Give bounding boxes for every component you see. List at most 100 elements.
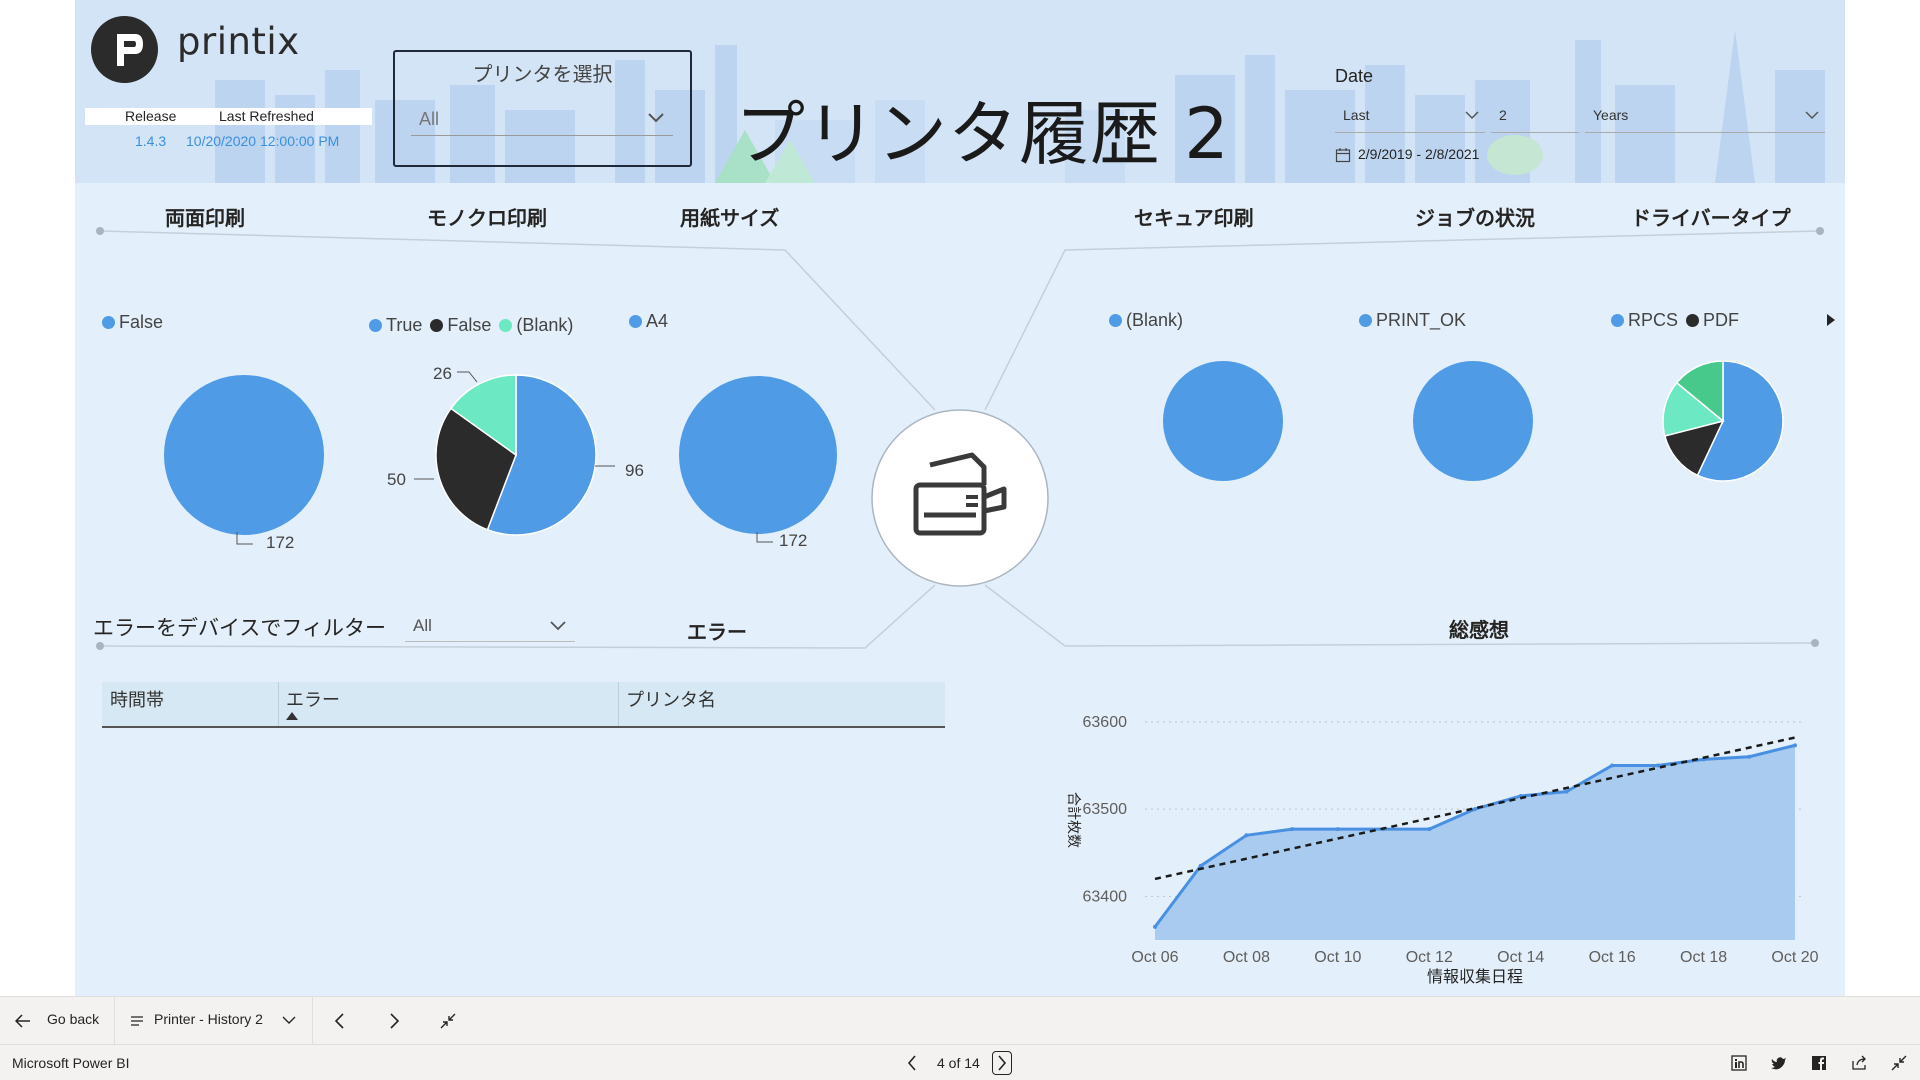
legend-label: (Blank) — [516, 315, 574, 335]
share-button[interactable] — [1847, 1051, 1871, 1075]
legend-item[interactable]: False — [430, 315, 491, 336]
pie-job[interactable] — [1412, 360, 1534, 482]
pie-duplex[interactable] — [163, 374, 325, 536]
chevron-right-icon — [390, 1013, 400, 1029]
data-point[interactable] — [1427, 827, 1432, 832]
data-label-mono-blank: 26 — [433, 364, 452, 383]
x-tick-label: Oct 20 — [1771, 949, 1818, 966]
date-period-dropdown[interactable]: Last — [1335, 99, 1485, 133]
pie-mono[interactable] — [435, 374, 597, 536]
page-selector-label: Printer - History 2 — [154, 1011, 263, 1027]
exit-fullscreen-button[interactable] — [436, 1009, 460, 1033]
legend-label: True — [386, 315, 423, 335]
total-line-chart[interactable]: 63400 63500 63600 Oct 06 Oct 08 Oct 10 Oct 12 O… — [985, 680, 1845, 996]
data-point[interactable] — [1335, 827, 1340, 832]
legend-dot — [430, 319, 444, 332]
linkedin-share-button[interactable] — [1727, 1051, 1751, 1075]
data-point[interactable] — [1473, 807, 1477, 812]
release-value: 1.4.3 — [135, 133, 167, 149]
divider — [312, 997, 313, 1045]
pie-slice[interactable] — [1163, 361, 1283, 481]
legend-item[interactable]: PDF — [1686, 310, 1739, 331]
chevron-down-icon — [282, 1016, 296, 1024]
leader-line — [414, 478, 434, 480]
x-tick-label: Oct 08 — [1223, 949, 1270, 966]
page-selector[interactable]: Printer - History 2 — [115, 997, 312, 1045]
legend-next-icon[interactable] — [1826, 313, 1836, 327]
pie-slice[interactable] — [164, 375, 324, 535]
legend-item[interactable]: A4 — [629, 311, 668, 332]
legend-job: PRINT_OK — [1359, 310, 1474, 331]
chevron-down-icon — [648, 113, 664, 123]
legend-secure: (Blank) — [1109, 310, 1191, 331]
data-point[interactable] — [1655, 763, 1660, 768]
pie-paper[interactable] — [678, 375, 838, 535]
report-nav-bar: Go back Printer - History 2 — [0, 996, 1920, 1045]
printer-dropdown[interactable]: All — [411, 100, 673, 136]
date-unit-dropdown[interactable]: Years — [1585, 99, 1825, 133]
section-title-driver: ドライバータイプ — [1631, 206, 1791, 230]
previous-page-button[interactable] — [328, 1009, 352, 1033]
collapse-icon — [1891, 1055, 1907, 1071]
legend-item[interactable]: (Blank) — [1109, 310, 1183, 331]
error-device-dropdown[interactable]: All — [405, 608, 575, 642]
linkedin-icon — [1731, 1055, 1747, 1071]
status-bar: Microsoft Power BI 4 of 14 — [0, 1044, 1920, 1080]
data-point[interactable] — [1290, 827, 1295, 832]
facebook-icon — [1812, 1056, 1826, 1071]
legend-item[interactable]: False — [102, 312, 163, 333]
y-tick-label: 63600 — [1083, 714, 1128, 731]
chevron-left-icon — [334, 1013, 344, 1029]
date-range-text: 2/9/2019 - 2/8/2021 — [1358, 146, 1480, 162]
twitter-share-button[interactable] — [1767, 1051, 1791, 1075]
data-point[interactable] — [1793, 743, 1797, 748]
exit-fullscreen-button[interactable] — [1887, 1051, 1911, 1075]
legend-item[interactable]: True — [369, 315, 422, 336]
x-tick-label: Oct 10 — [1314, 949, 1361, 966]
data-point[interactable] — [1564, 789, 1569, 794]
legend-paper: A4 — [629, 311, 676, 332]
legend-dot — [1686, 314, 1700, 327]
last-refreshed-value: 10/20/2020 12:00:00 PM — [186, 133, 340, 149]
column-header-printer[interactable]: プリンタ名 — [626, 686, 716, 712]
data-point[interactable] — [1198, 863, 1203, 868]
column-header-time[interactable]: 時間帯 — [110, 686, 164, 712]
error-device-value: All — [413, 616, 432, 635]
previous-page-button[interactable] — [900, 1051, 924, 1075]
pie-slice[interactable] — [1413, 361, 1533, 481]
pie-driver[interactable] — [1662, 360, 1784, 482]
data-point[interactable] — [1610, 763, 1615, 768]
section-title-paper: 用紙サイズ — [680, 206, 780, 230]
facebook-share-button[interactable] — [1807, 1051, 1831, 1075]
app-name: Microsoft Power BI — [12, 1055, 130, 1071]
legend-duplex: False — [102, 312, 171, 333]
printer-dropdown-value: All — [419, 109, 440, 129]
legend-mono: True False (Blank) — [369, 315, 581, 336]
column-header-error[interactable]: エラー — [286, 686, 340, 712]
pie-slice[interactable] — [679, 376, 837, 534]
pie-secure[interactable] — [1162, 360, 1284, 482]
report-canvas: printix Release Last Refreshed 1.4.3 10/… — [75, 0, 1845, 996]
data-label-mono-false: 50 — [387, 470, 406, 489]
date-count-input[interactable]: 2 — [1491, 99, 1579, 133]
next-page-button[interactable] — [382, 1009, 406, 1033]
y-axis-title: 合計枚数 — [1065, 792, 1081, 848]
column-divider — [618, 682, 619, 726]
legend-dot — [1611, 314, 1624, 327]
x-tick-label: Oct 16 — [1589, 949, 1636, 966]
date-period-value: Last — [1343, 107, 1370, 123]
legend-label: False — [119, 312, 164, 332]
chevron-right-icon — [998, 1055, 1007, 1071]
data-point[interactable] — [1153, 924, 1157, 929]
legend-item[interactable]: RPCS — [1611, 310, 1678, 331]
go-back-button[interactable]: Go back — [0, 997, 114, 1045]
data-point[interactable] — [1244, 833, 1249, 838]
legend-item[interactable]: (Blank) — [499, 315, 573, 336]
data-point[interactable] — [1747, 754, 1752, 759]
next-page-button[interactable] — [992, 1051, 1012, 1075]
sort-ascending-icon[interactable] — [286, 712, 298, 720]
legend-item[interactable]: PRINT_OK — [1359, 310, 1466, 331]
y-tick-label: 63400 — [1083, 888, 1128, 905]
share-icon — [1852, 1055, 1866, 1070]
leader-line — [457, 371, 478, 383]
